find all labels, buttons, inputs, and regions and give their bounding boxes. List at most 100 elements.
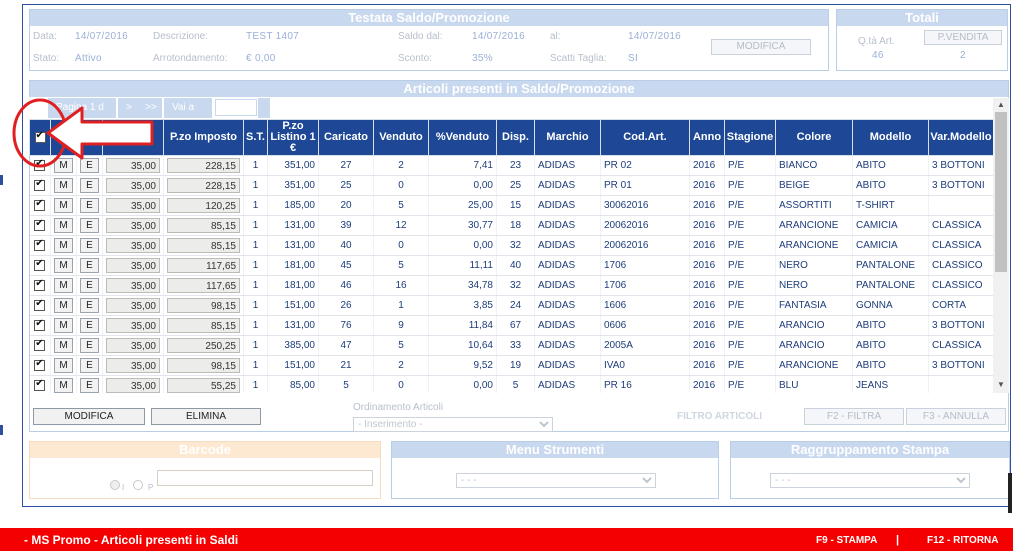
cell-pzo-imposto[interactable]: 98,15 <box>163 295 244 316</box>
scroll-down-icon[interactable]: ▼ <box>997 380 1005 389</box>
row-select-cell[interactable] <box>29 335 51 356</box>
ordinamento-select[interactable]: - Inserimento - <box>353 417 553 432</box>
grid-scrollbar[interactable]: ▲ ▼ <box>993 98 1009 393</box>
table-row[interactable]: ME 35,00 85,15 1 131,00 76 9 11,84 67 ADIDAS 0606 2… <box>29 315 993 336</box>
filtro-articoli-label[interactable]: FILTRO ARTICOLI <box>677 411 762 422</box>
modifica-button[interactable]: MODIFICA <box>33 408 145 425</box>
row-e-cell[interactable]: E <box>76 315 103 336</box>
cell-sconto[interactable]: 35,00 <box>102 315 164 336</box>
table-row[interactable]: ME 35,00 120,25 1 185,00 20 5 25,00 15 ADIDAS 3006… <box>29 195 993 216</box>
table-row[interactable]: ME 35,00 98,15 1 151,00 26 1 3,85 24 ADIDAS 1606 20… <box>29 295 993 316</box>
col-header-disp[interactable]: Disp. <box>496 119 535 156</box>
cell-pzo-imposto-value[interactable]: 228,15 <box>167 158 240 173</box>
cell-sconto-value[interactable]: 35,00 <box>106 238 160 253</box>
row-modify-button[interactable]: M <box>54 378 73 393</box>
row-edit-button[interactable]: E <box>80 258 99 273</box>
elimina-button[interactable]: ELIMINA <box>151 408 261 425</box>
row-modify-button[interactable]: M <box>54 178 73 193</box>
row-checkbox[interactable] <box>34 238 46 251</box>
cell-sconto-value[interactable]: 35,00 <box>106 378 160 393</box>
cell-sconto-value[interactable]: 35,00 <box>106 318 160 333</box>
cell-sconto-value[interactable]: 35,00 <box>106 198 160 213</box>
cell-pzo-imposto[interactable]: 55,25 <box>163 375 244 393</box>
cell-sconto-value[interactable]: 35,00 <box>106 178 160 193</box>
row-checkbox[interactable] <box>34 378 46 391</box>
row-checkbox[interactable] <box>34 278 46 291</box>
row-modify-button[interactable]: M <box>54 278 73 293</box>
row-modify-button[interactable]: M <box>54 218 73 233</box>
barcode-input[interactable] <box>157 470 373 486</box>
table-row[interactable]: ME 35,00 98,15 1 151,00 21 2 9,52 19 ADIDAS IVA0 20… <box>29 355 993 376</box>
col-header-modello[interactable]: Modello <box>852 119 929 156</box>
table-row[interactable]: ME 35,00 250,25 1 385,00 47 5 10,64 33 ADIDAS 2005… <box>29 335 993 356</box>
cell-pzo-imposto-value[interactable]: 98,15 <box>167 298 240 313</box>
row-e-cell[interactable]: E <box>76 195 103 216</box>
cell-sconto-value[interactable]: 35,00 <box>106 218 160 233</box>
row-modify-button[interactable]: M <box>54 338 73 353</box>
col-header-cod-art[interactable]: Cod.Art. <box>600 119 690 156</box>
row-edit-button[interactable]: E <box>80 318 99 333</box>
row-edit-button[interactable]: E <box>80 338 99 353</box>
cell-pzo-imposto-value[interactable]: 250,25 <box>167 338 240 353</box>
row-modify-button[interactable]: M <box>54 198 73 213</box>
row-edit-button[interactable]: E <box>80 278 99 293</box>
table-row[interactable]: ME 35,00 117,65 1 181,00 45 5 11,11 40 ADIDAS 1706… <box>29 255 993 276</box>
row-m-cell[interactable]: M <box>50 235 77 256</box>
row-modify-button[interactable]: M <box>54 358 73 373</box>
row-edit-button[interactable]: E <box>80 238 99 253</box>
cell-pzo-imposto-value[interactable]: 85,15 <box>167 318 240 333</box>
f9-stampa-button[interactable]: F9 - STAMPA <box>816 535 877 546</box>
cell-sconto-value[interactable]: 35,00 <box>106 278 160 293</box>
table-row[interactable]: ME 35,00 85,15 1 131,00 40 0 0,00 32 ADIDAS 200620… <box>29 235 993 256</box>
row-m-cell[interactable]: M <box>50 335 77 356</box>
cell-pzo-imposto[interactable]: 117,65 <box>163 275 244 296</box>
raggruppamento-select[interactable]: - - - <box>770 473 970 488</box>
col-header-pzo-listino[interactable]: P.zo Listino 1 € <box>267 119 319 156</box>
row-m-cell[interactable]: M <box>50 355 77 376</box>
scroll-up-icon[interactable]: ▲ <box>997 100 1005 109</box>
barcode-radio-i[interactable] <box>110 480 120 490</box>
row-e-cell[interactable]: E <box>76 275 103 296</box>
row-e-cell[interactable]: E <box>76 235 103 256</box>
row-edit-button[interactable]: E <box>80 358 99 373</box>
cell-pzo-imposto-value[interactable]: 85,15 <box>167 218 240 233</box>
barcode-radio-p[interactable] <box>133 480 143 490</box>
row-m-cell[interactable]: M <box>50 215 77 236</box>
row-select-cell[interactable] <box>29 315 51 336</box>
table-row[interactable]: ME 35,00 228,15 1 351,00 25 0 0,00 25 ADIDAS PR 01… <box>29 175 993 196</box>
cell-sconto[interactable]: 35,00 <box>102 215 164 236</box>
scroll-thumb[interactable] <box>995 112 1007 272</box>
cell-sconto[interactable]: 35,00 <box>102 355 164 376</box>
row-checkbox[interactable] <box>34 338 46 351</box>
row-m-cell[interactable]: M <box>50 315 77 336</box>
row-select-cell[interactable] <box>29 235 51 256</box>
row-m-cell[interactable]: M <box>50 295 77 316</box>
row-edit-button[interactable]: E <box>80 218 99 233</box>
cell-pzo-imposto[interactable]: 228,15 <box>163 155 244 176</box>
f3-annulla-button[interactable]: F3 - ANNULLA <box>906 408 1006 425</box>
row-modify-button[interactable]: M <box>54 258 73 273</box>
cell-sconto[interactable]: 35,00 <box>102 275 164 296</box>
table-row[interactable]: ME 35,00 55,25 1 85,00 5 0 0,00 5 ADIDAS PR 16 2016… <box>29 375 993 393</box>
table-row[interactable]: ME 35,00 85,15 1 131,00 39 12 30,77 18 ADIDAS 2006… <box>29 215 993 236</box>
cell-pzo-imposto[interactable]: 85,15 <box>163 315 244 336</box>
row-e-cell[interactable]: E <box>76 375 103 393</box>
table-row[interactable]: ME 35,00 117,65 1 181,00 46 16 34,78 32 ADIDAS 170… <box>29 275 993 296</box>
col-header-st[interactable]: S.T. <box>243 119 268 156</box>
cell-sconto-value[interactable]: 35,00 <box>106 298 160 313</box>
row-e-cell[interactable]: E <box>76 255 103 276</box>
cell-pzo-imposto[interactable]: 85,15 <box>163 235 244 256</box>
col-header-colore[interactable]: Colore <box>775 119 853 156</box>
row-edit-button[interactable]: E <box>80 198 99 213</box>
row-select-cell[interactable] <box>29 275 51 296</box>
row-checkbox[interactable] <box>34 258 46 271</box>
col-header-anno[interactable]: Anno <box>689 119 725 156</box>
row-m-cell[interactable]: M <box>50 255 77 276</box>
col-header-var-modello[interactable]: Var.Modello <box>928 119 993 156</box>
f12-ritorna-button[interactable]: F12 - RITORNA <box>927 535 999 546</box>
cell-pzo-imposto-value[interactable]: 98,15 <box>167 358 240 373</box>
row-checkbox[interactable] <box>34 178 46 191</box>
row-edit-button[interactable]: E <box>80 378 99 393</box>
row-e-cell[interactable]: E <box>76 295 103 316</box>
row-modify-button[interactable]: M <box>54 238 73 253</box>
